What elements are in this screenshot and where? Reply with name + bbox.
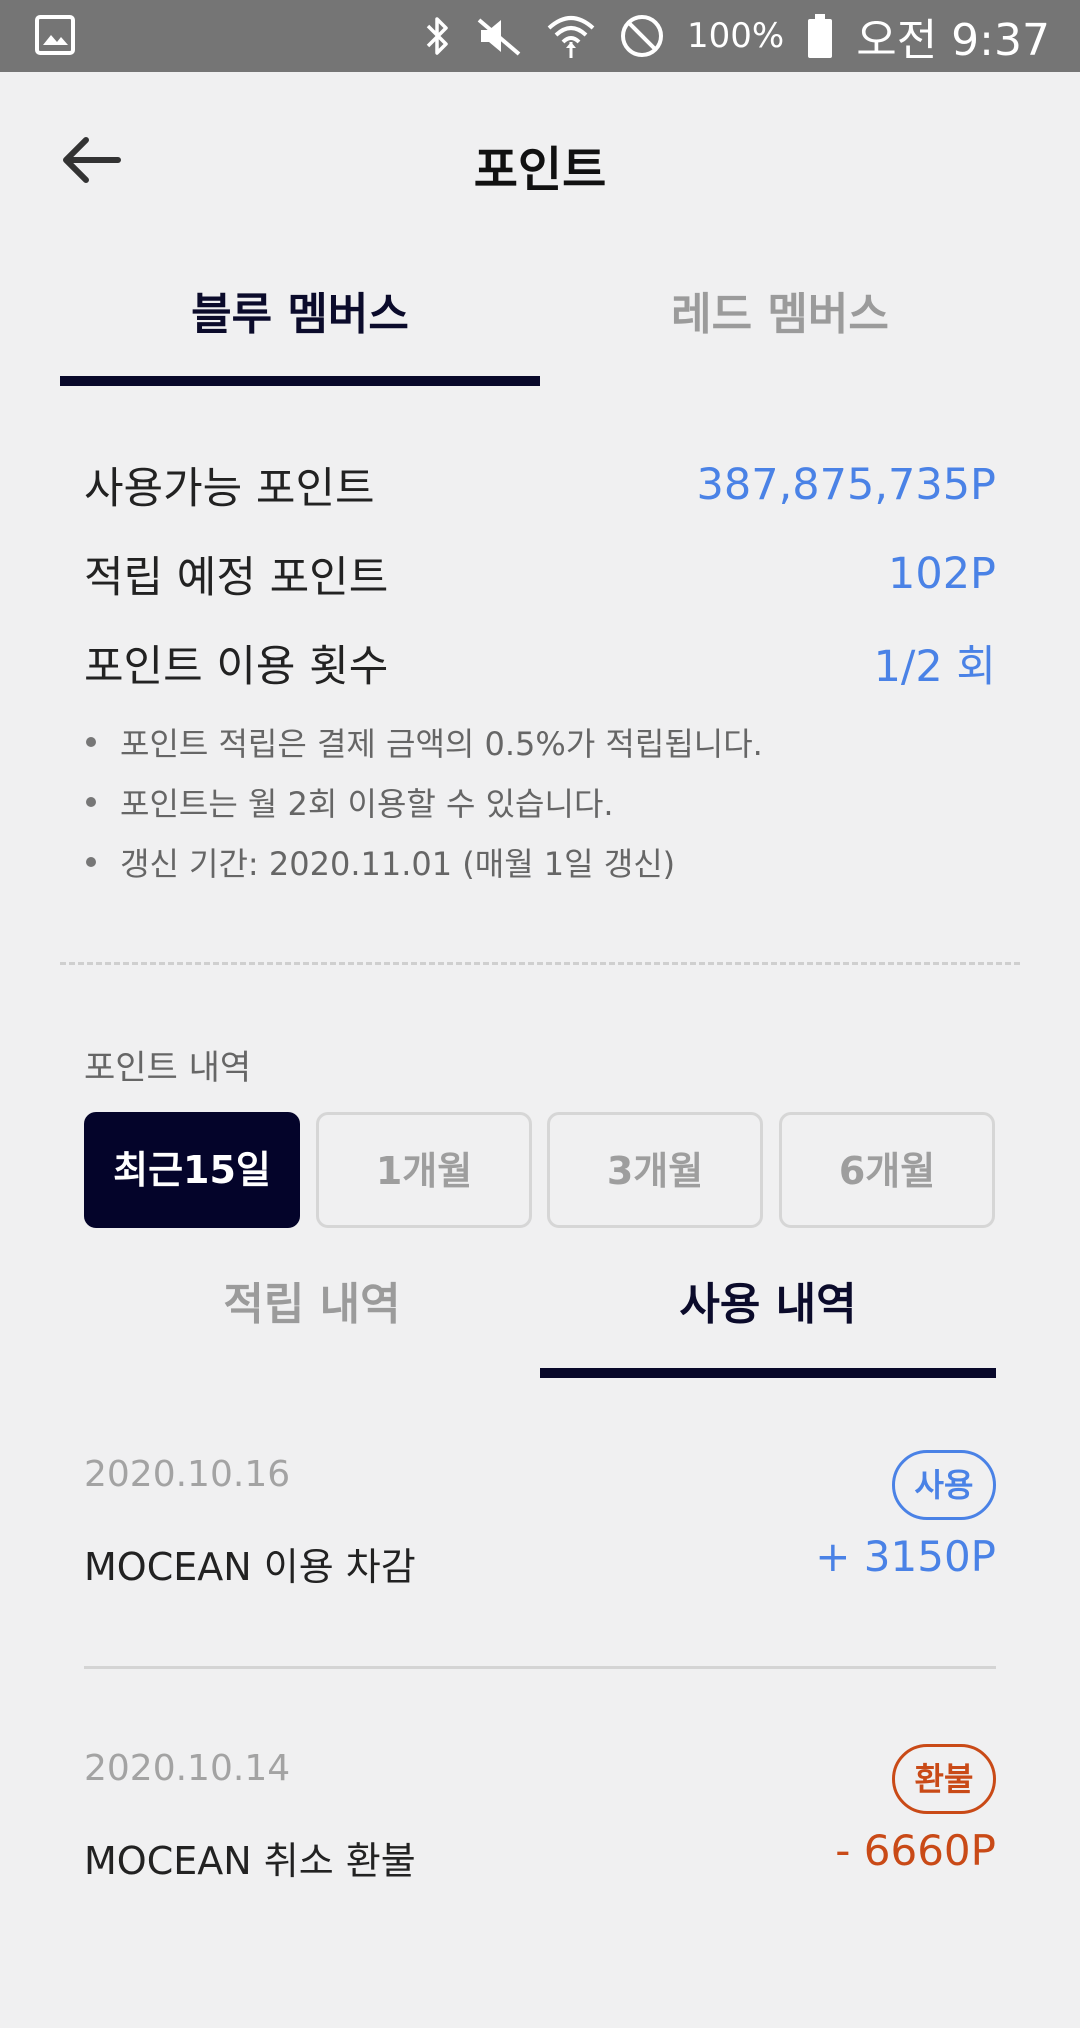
status-bar: 100% 오전 9:37 [0,0,1080,72]
usage-count-value: 1/2 회 [873,641,996,692]
gallery-icon [34,14,76,56]
tab-label: 사용 내역 [679,1279,857,1330]
status-badge: 사용 [892,1450,996,1520]
points-summary: 사용가능 포인트 387,875,735P 적립 예정 포인트 102P 포인트… [84,440,996,707]
pending-points-label: 적립 예정 포인트 [84,552,389,603]
transaction-date: 2020.10.16 [84,1454,291,1495]
transaction-date: 2020.10.14 [84,1748,291,1789]
tab-label: 블루 멤버스 [191,289,409,340]
transaction-amount: + 3150P [815,1532,996,1581]
list-divider [84,1666,996,1669]
active-tab-indicator [540,1368,996,1378]
vibrate-off-icon [475,14,523,58]
page-title: 포인트 [473,142,607,198]
battery-percent: 100% [687,16,785,56]
list-item[interactable]: 2020.10.16 사용 MOCEAN 이용 차감 + 3150P [84,1440,996,1734]
status-time: 오전 9:37 [856,15,1050,66]
note-item: 갱신 기간: 2020.11.01 (매월 1일 갱신) [84,832,996,892]
bullet-icon [86,737,96,747]
section-divider [60,962,1020,965]
usage-count-row: 포인트 이용 횟수 1/2 회 [84,618,996,707]
tab-earned-history[interactable]: 적립 내역 [84,1260,540,1378]
tab-used-history[interactable]: 사용 내역 [540,1260,996,1378]
tab-label: 적립 내역 [223,1279,401,1330]
wifi-icon [545,12,597,60]
available-points-label: 사용가능 포인트 [84,463,375,514]
status-badge: 환불 [892,1744,996,1814]
tab-label: 레드 멤버스 [671,289,889,340]
bluetooth-icon [423,14,453,58]
bullet-icon [86,857,96,867]
transaction-description: MOCEAN 이용 차감 [84,1545,416,1589]
member-tabs: 블루 멤버스 레드 멤버스 [60,270,1020,386]
note-item: 포인트 적립은 결제 금액의 0.5%가 적립됩니다. [84,712,996,772]
period-3months-button[interactable]: 3개월 [547,1112,763,1228]
usage-count-label: 포인트 이용 횟수 [84,641,389,692]
do-not-disturb-icon [619,13,665,59]
period-filter-group: 최근15일 1개월 3개월 6개월 [84,1112,996,1232]
tab-red-members[interactable]: 레드 멤버스 [540,270,1020,386]
transaction-list: 2020.10.16 사용 MOCEAN 이용 차감 + 3150P 2020.… [84,1440,996,2028]
available-points-value: 387,875,735P [696,459,997,510]
available-points-row: 사용가능 포인트 387,875,735P [84,440,996,529]
header: 포인트 [0,72,1080,252]
history-section-label: 포인트 내역 [84,1048,252,1088]
bullet-icon [86,797,96,807]
tab-blue-members[interactable]: 블루 멤버스 [60,270,540,386]
list-item[interactable]: 2020.10.14 환불 MOCEAN 취소 환불 - 6660P [84,1734,996,2028]
note-text: 포인트는 월 2회 이용할 수 있습니다. [120,785,614,823]
pending-points-row: 적립 예정 포인트 102P [84,529,996,618]
period-15days-button[interactable]: 최근15일 [84,1112,300,1228]
period-6months-button[interactable]: 6개월 [779,1112,995,1228]
transaction-amount: - 6660P [835,1826,996,1875]
note-text: 포인트 적립은 결제 금액의 0.5%가 적립됩니다. [120,725,763,763]
note-item: 포인트는 월 2회 이용할 수 있습니다. [84,772,996,832]
transaction-description: MOCEAN 취소 환불 [84,1839,416,1883]
history-tabs: 적립 내역 사용 내역 [84,1260,996,1378]
points-notes: 포인트 적립은 결제 금액의 0.5%가 적립됩니다. 포인트는 월 2회 이용… [84,712,996,892]
pending-points-value: 102P [887,548,996,599]
note-text: 갱신 기간: 2020.11.01 (매월 1일 갱신) [120,845,676,883]
active-tab-indicator [60,376,540,386]
period-1month-button[interactable]: 1개월 [316,1112,532,1228]
battery-icon [806,12,834,60]
